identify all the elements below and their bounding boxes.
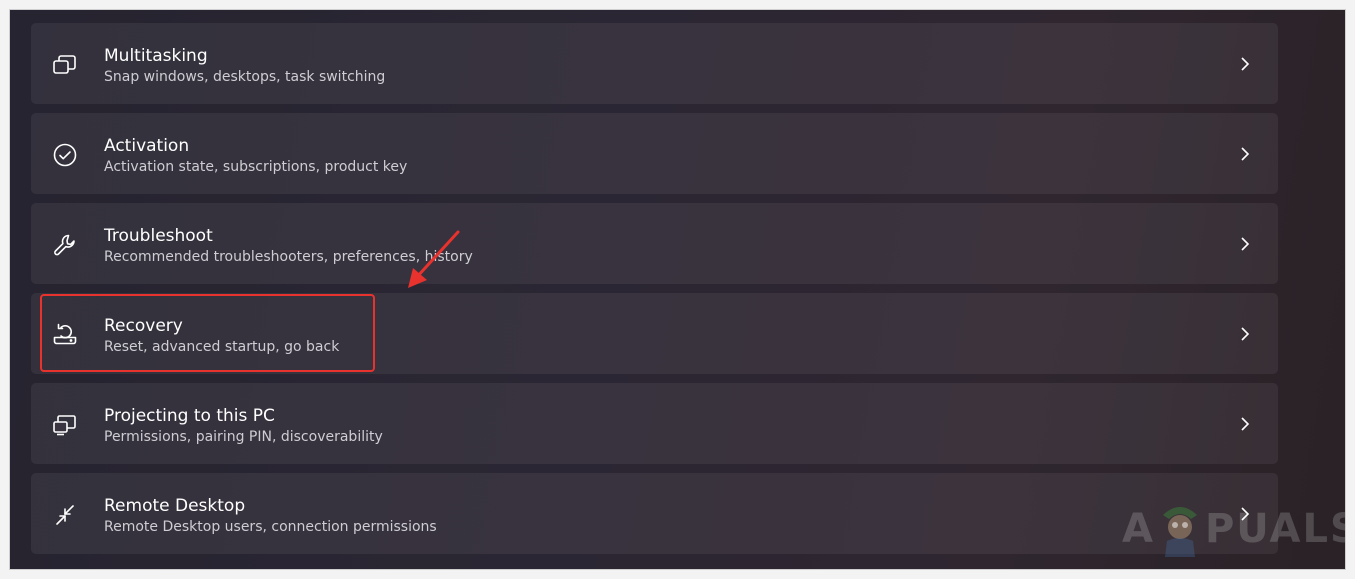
settings-item-multitasking[interactable]: Multitasking Snap windows, desktops, tas…	[31, 23, 1278, 104]
annotation-arrow-icon	[408, 230, 460, 288]
wrench-icon	[51, 231, 79, 259]
settings-item-remote-desktop[interactable]: Remote Desktop Remote Desktop users, con…	[31, 473, 1278, 554]
chevron-right-icon	[1238, 324, 1252, 344]
settings-item-subtitle: Permissions, pairing PIN, discoverabilit…	[104, 429, 383, 445]
projecting-icon	[51, 411, 79, 439]
settings-item-troubleshoot[interactable]: Troubleshoot Recommended troubleshooters…	[31, 203, 1278, 284]
settings-item-title: Remote Desktop	[104, 496, 246, 516]
settings-item-subtitle: Snap windows, desktops, task switching	[104, 69, 386, 85]
watermark-text-right: PUALS	[1204, 506, 1345, 552]
chevron-right-icon	[1238, 144, 1252, 164]
settings-item-projecting[interactable]: Projecting to this PC Permissions, pairi…	[31, 383, 1278, 464]
settings-item-title: Multitasking	[104, 46, 208, 66]
remote-desktop-icon	[51, 501, 79, 529]
settings-item-title: Projecting to this PC	[104, 406, 275, 426]
recovery-highlight-box	[40, 294, 375, 372]
settings-item-title: Activation	[104, 136, 190, 156]
settings-item-subtitle: Activation state, subscriptions, product…	[104, 159, 408, 175]
chevron-right-icon	[1238, 54, 1252, 74]
multitasking-icon	[51, 51, 79, 79]
chevron-right-icon	[1238, 234, 1252, 254]
watermark-text-left: A	[1122, 506, 1155, 552]
activation-check-icon	[51, 141, 79, 169]
settings-window: Multitasking Snap windows, desktops, tas…	[10, 10, 1345, 569]
settings-item-activation[interactable]: Activation Activation state, subscriptio…	[31, 113, 1278, 194]
settings-item-subtitle: Remote Desktop users, connection permiss…	[104, 519, 437, 535]
settings-item-title: Troubleshoot	[104, 226, 213, 246]
appuals-mascot-logo	[1162, 507, 1197, 557]
chevron-right-icon	[1238, 414, 1252, 434]
appuals-watermark: A PUALS	[1122, 500, 1345, 558]
